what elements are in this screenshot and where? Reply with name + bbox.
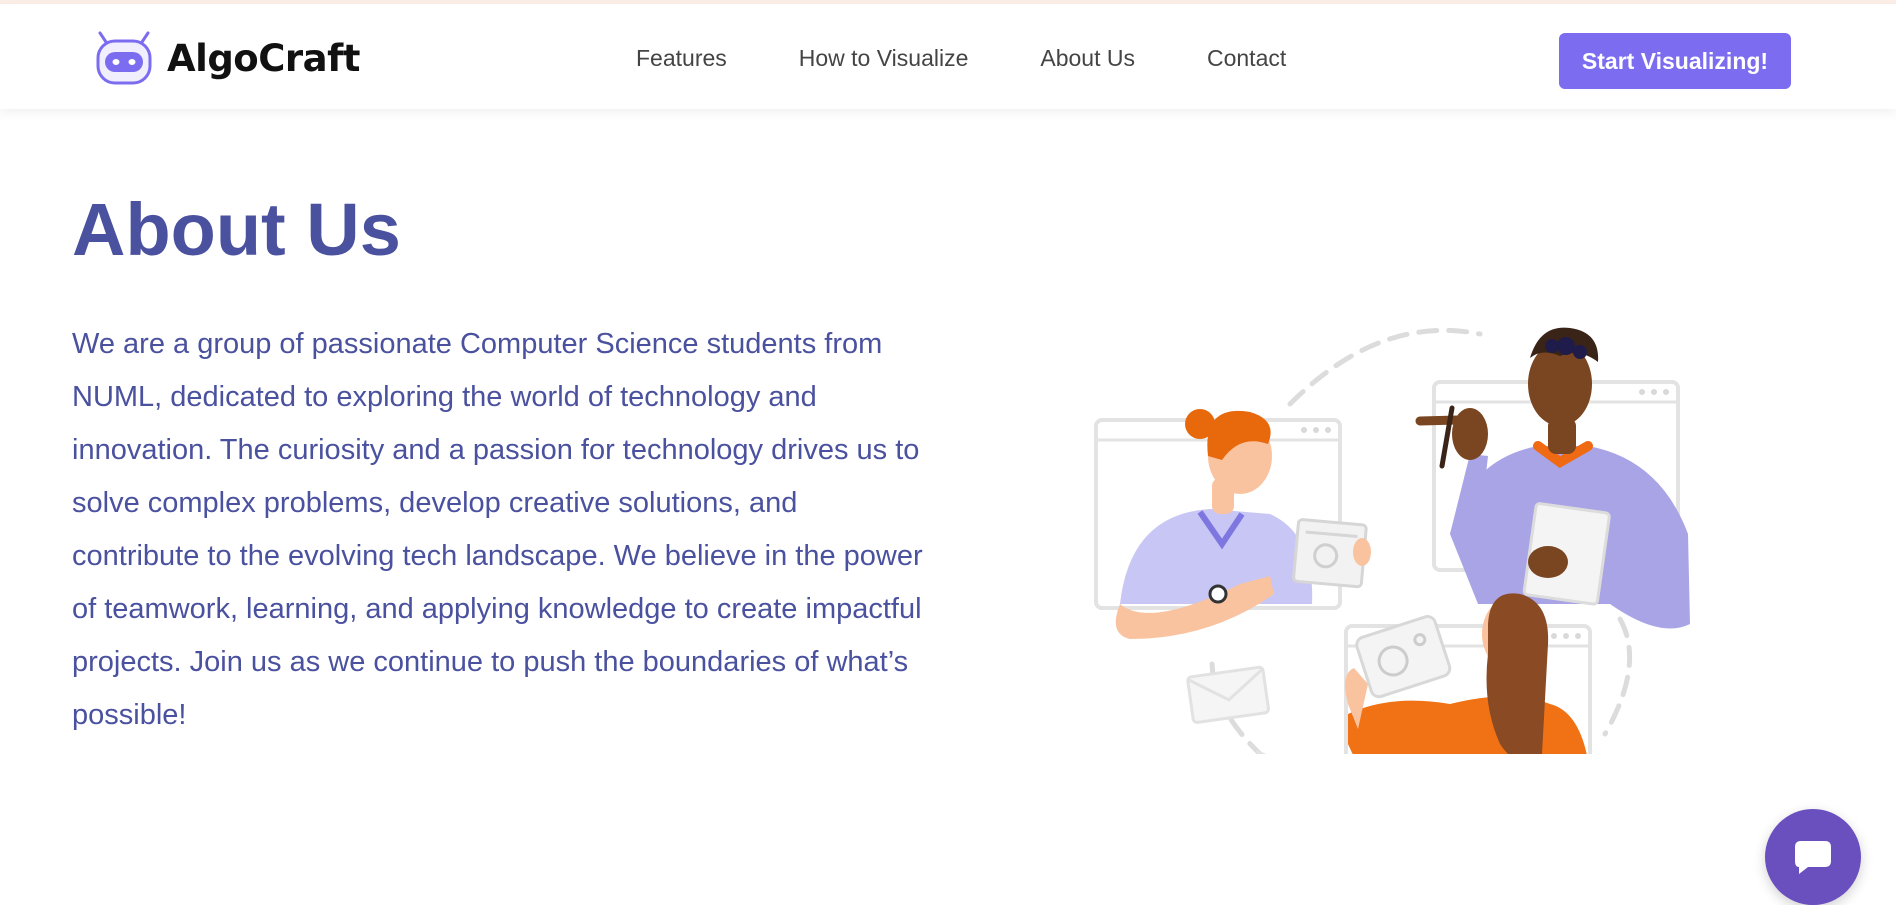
brand-name: AlgoCraft xyxy=(167,36,360,80)
nav-contact[interactable]: Contact xyxy=(1207,45,1286,72)
about-description: We are a group of passionate Computer Sc… xyxy=(72,328,923,731)
brand-logo[interactable]: AlgoCraft xyxy=(95,30,360,86)
chat-bubble-icon xyxy=(1795,841,1831,874)
about-section: About Us We are a group of passionate Co… xyxy=(0,109,1896,905)
main-nav: Features How to Visualize About Us Conta… xyxy=(636,41,1286,75)
page-title: About Us xyxy=(72,188,401,271)
chat-button[interactable] xyxy=(1765,809,1861,905)
site-header: AlgoCraft Features How to Visualize Abou… xyxy=(0,4,1896,109)
start-visualizing-button[interactable]: Start Visualizing! xyxy=(1559,33,1791,89)
nav-features[interactable]: Features xyxy=(636,45,727,72)
nav-how-to-visualize[interactable]: How to Visualize xyxy=(799,45,969,72)
nav-about-us[interactable]: About Us xyxy=(1040,45,1135,72)
team-illustration xyxy=(1094,327,1690,754)
robot-icon xyxy=(96,31,152,85)
